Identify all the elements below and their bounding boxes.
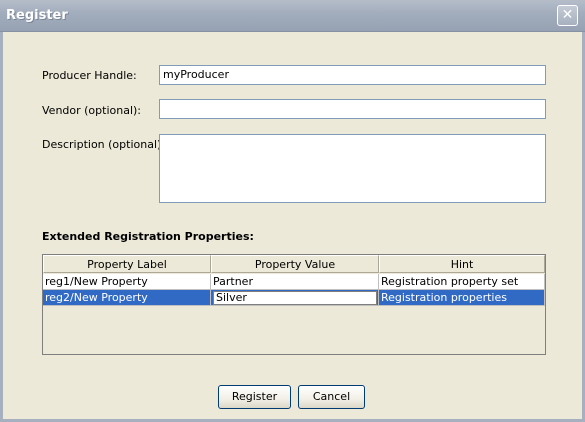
table-header: Property Label Property Value Hint [43, 255, 545, 273]
column-header-property-value[interactable]: Property Value [211, 255, 379, 273]
column-header-property-label[interactable]: Property Label [43, 255, 211, 273]
table-row[interactable]: reg1/New Property Partner Registration p… [43, 274, 545, 290]
cell-hint[interactable]: Registration properties [379, 290, 545, 306]
cell-hint[interactable]: Registration property set [379, 274, 545, 290]
cell-property-label[interactable]: reg2/New Property [43, 290, 211, 306]
cell-property-value[interactable]: Partner [211, 274, 379, 290]
producer-handle-label: Producer Handle: [42, 69, 137, 82]
extended-properties-heading: Extended Registration Properties: [42, 230, 254, 243]
cell-property-label[interactable]: reg1/New Property [43, 274, 211, 290]
register-dialog: Register ✕ Producer Handle: myProducer V… [0, 0, 585, 422]
close-icon: ✕ [561, 7, 574, 23]
producer-handle-field[interactable]: myProducer [159, 65, 546, 85]
description-label: Description (optional): [42, 138, 166, 151]
register-button[interactable]: Register [218, 385, 291, 409]
title-bar[interactable]: Register ✕ [0, 0, 585, 32]
properties-table[interactable]: Property Label Property Value Hint reg1/… [42, 254, 546, 355]
close-button[interactable]: ✕ [557, 5, 578, 26]
vendor-label: Vendor (optional): [42, 104, 142, 117]
window-title: Register [6, 8, 68, 23]
window-border-left [0, 32, 3, 422]
property-value-editor[interactable]: Silver [213, 291, 377, 305]
column-header-hint[interactable]: Hint [379, 255, 545, 273]
cancel-button[interactable]: Cancel [298, 385, 365, 409]
table-row-selected[interactable]: reg2/New Property Registration propertie… [43, 290, 545, 306]
vendor-field[interactable] [159, 99, 546, 119]
description-field[interactable] [159, 134, 546, 203]
